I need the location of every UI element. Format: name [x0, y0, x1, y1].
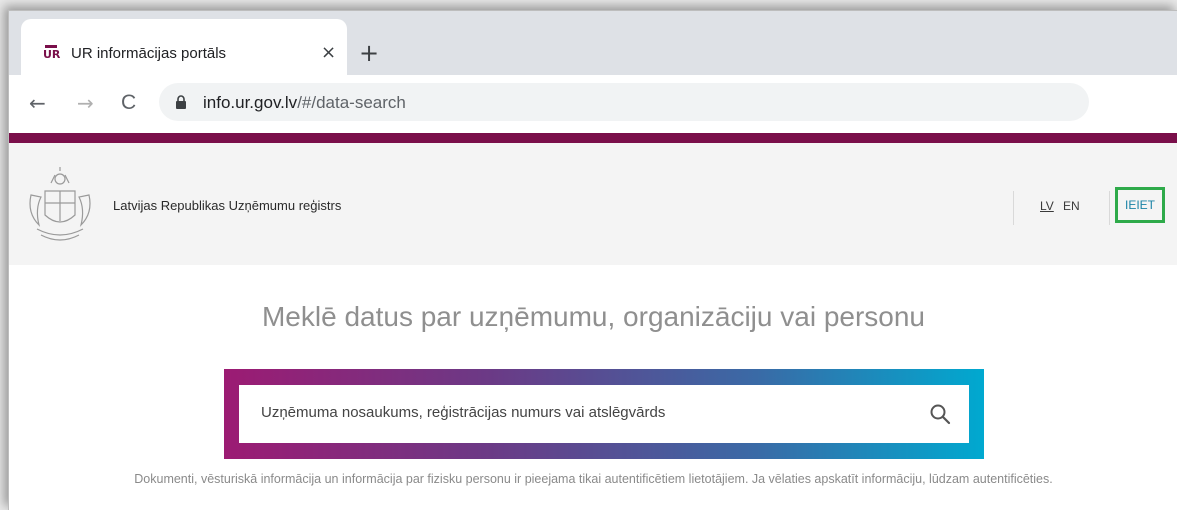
forward-arrow-icon[interactable]: → [77, 89, 94, 117]
search-placeholder: Uzņēmuma nosaukums, reģistrācijas numurs… [261, 404, 666, 421]
tab-strip: UR UR informācijas portāls × + [9, 11, 1177, 75]
auth-notice: Dokumenti, vēsturiskā informācija un inf… [134, 472, 1053, 486]
browser-toolbar: ← → C info.ur.gov.lv/#/data-search [9, 75, 1177, 133]
search-icon[interactable] [929, 403, 951, 425]
url-host: info.ur.gov.lv [203, 93, 298, 112]
lang-en-link[interactable]: EN [1063, 199, 1080, 213]
search-frame: Uzņēmuma nosaukums, reģistrācijas numurs… [224, 369, 984, 459]
header-divider [1013, 191, 1014, 225]
plus-icon[interactable]: + [359, 41, 379, 65]
site-header: Latvijas Republikas Uzņēmumu reģistrs LV… [9, 143, 1177, 265]
login-link[interactable]: IEIET [1118, 198, 1162, 212]
address-bar[interactable]: info.ur.gov.lv/#/data-search [159, 83, 1089, 121]
back-arrow-icon[interactable]: ← [29, 89, 46, 117]
header-divider [1109, 191, 1110, 225]
lock-icon [176, 95, 186, 109]
browser-window: UR UR informācijas portāls × + ← → C inf… [8, 10, 1177, 510]
coat-of-arms-icon [29, 167, 91, 241]
lang-lv-link[interactable]: LV [1040, 199, 1054, 213]
url-text: info.ur.gov.lv/#/data-search [203, 93, 406, 113]
tab-ur-portal[interactable]: UR UR informācijas portāls × [21, 19, 347, 75]
login-highlight: IEIET [1115, 187, 1165, 223]
ur-favicon-icon: UR [43, 45, 61, 61]
reload-icon[interactable]: C [121, 89, 136, 117]
site-name: Latvijas Republikas Uzņēmumu reģistrs [113, 198, 342, 213]
page-headline: Meklē datus par uzņēmumu, organizāciju v… [261, 301, 926, 332]
url-path: /#/data-search [297, 93, 406, 112]
close-icon[interactable]: × [321, 42, 336, 63]
brand-bar [9, 133, 1177, 143]
tab-title: UR informācijas portāls [71, 45, 227, 62]
search-input[interactable]: Uzņēmuma nosaukums, reģistrācijas numurs… [239, 385, 969, 443]
